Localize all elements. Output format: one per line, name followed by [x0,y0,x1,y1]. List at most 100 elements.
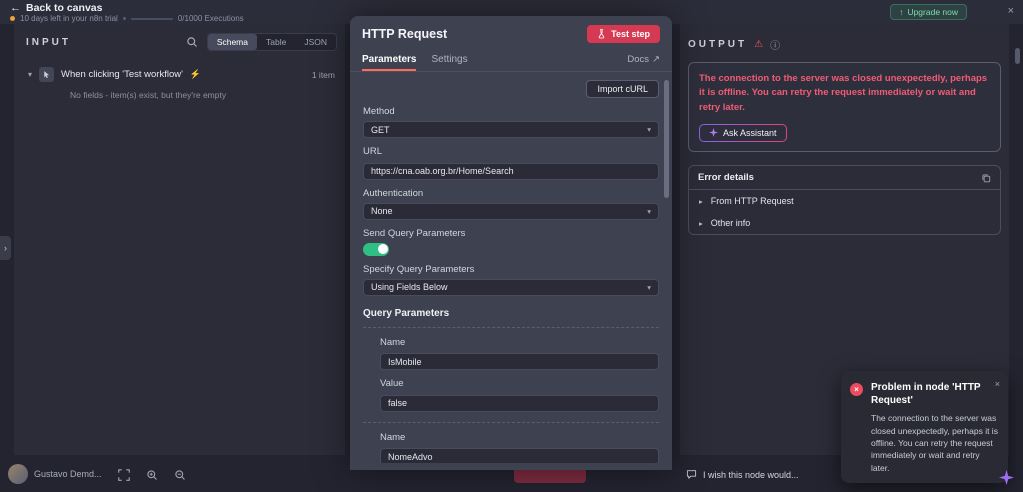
trial-info: 10 days left in your n8n trial 0/1000 Ex… [10,14,244,23]
ai-assistant-button[interactable] [999,470,1014,485]
user-name: Gustavo Demd... [34,469,102,479]
toast-title: Problem in node 'HTTP Request' [871,382,981,407]
input-panel: INPUT Schema Table JSON ▾ When clicking … [14,24,345,455]
param-name-label: Name [380,336,406,348]
detail-row-label: From HTTP Request [710,196,794,207]
user-menu[interactable]: Gustavo Demd... [8,464,102,484]
detail-row-label: Other info [710,218,751,229]
chevron-down-icon: ▾ [28,70,33,79]
upgrade-label: Upgrade now [907,7,958,17]
specify-query-label: Specify Query Parameters [363,263,475,275]
external-link-icon: ↗ [652,54,660,65]
fit-view-icon[interactable] [118,469,130,481]
ask-assistant-label: Ask Assistant [723,127,777,138]
zoom-out-icon[interactable] [174,469,186,481]
query-parameter-item: Name Value [363,423,659,463]
param-name-label: Name [380,431,406,443]
node-feedback-link[interactable]: I wish this node would... [686,469,799,480]
tab-table[interactable]: Table [257,34,295,50]
method-select[interactable]: GET ▾ [363,121,659,138]
chevron-right-icon: ▸ [699,196,703,206]
tab-settings[interactable]: Settings [431,48,467,71]
back-arrow-icon: ← [10,2,21,14]
query-parameter-item: Name Value [363,328,659,423]
parameters-form: Import cURL Method GET ▾ URL Authenticat… [350,72,672,463]
lightning-icon: ⚡ [189,69,202,79]
param-value-input[interactable] [380,394,659,412]
chevron-down-icon: ▾ [647,206,651,216]
send-query-label: Send Query Parameters [363,227,466,239]
input-panel-title: INPUT [26,36,71,48]
search-icon[interactable] [186,36,198,48]
user-avatar [8,464,28,484]
executions-text: 0/1000 Executions [177,14,244,23]
docs-link[interactable]: Docs ↗ [627,54,660,65]
param-value-label: Value [380,378,404,389]
query-parameters-heading: Query Parameters [363,307,450,319]
output-scrollbar[interactable] [1015,48,1020,64]
back-to-canvas-button[interactable]: ← Back to canvas [10,2,102,14]
authentication-value: None [371,206,393,216]
test-step-button[interactable]: Test step [587,25,660,43]
tab-json[interactable]: JSON [295,34,336,50]
executions-progress-bar [130,17,173,20]
param-name-input[interactable] [380,448,659,463]
input-trigger-row[interactable]: ▾ When clicking 'Test workflow' ⚡ 1 item [14,59,345,86]
url-label: URL [363,146,383,157]
speech-bubble-icon [686,469,697,480]
detail-other-info[interactable]: ▸ Other info [689,212,1000,234]
flask-icon [597,29,606,39]
method-label: Method [363,106,395,117]
separator-dot [122,17,126,20]
param-name-input[interactable] [380,353,659,370]
trial-text: 10 days left in your n8n trial [20,14,118,23]
item-count: 1 item [311,69,335,80]
copy-icon[interactable] [981,173,991,183]
ask-assistant-button[interactable]: Ask Assistant [699,123,787,142]
upgrade-now-button[interactable]: ↑ Upgrade now [890,4,967,20]
error-message-box: The connection to the server was closed … [688,62,1001,153]
method-value: GET [371,124,390,135]
toast-message: The connection to the server was closed … [871,413,998,473]
docs-label: Docs [627,54,650,65]
error-details-title: Error details [698,172,754,184]
modal-scrollbar[interactable] [664,80,669,198]
test-step-label: Test step [611,29,650,39]
specify-query-value: Using Fields Below [371,282,448,292]
chevron-down-icon: ▾ [647,125,651,134]
back-label: Back to canvas [26,2,103,14]
node-settings-modal: HTTP Request Test step Parameters Settin… [350,16,672,470]
node-feedback-text: I wish this node would... [703,469,799,480]
error-circle-icon: × [850,383,863,397]
canvas-controls [118,469,186,481]
chevron-right-icon: ▸ [699,218,703,228]
close-ndv-icon[interactable]: × [1008,5,1014,17]
import-curl-button[interactable]: Import cURL [586,80,659,98]
upgrade-icon: ↑ [899,7,904,17]
specify-query-select[interactable]: Using Fields Below ▾ [363,278,659,296]
node-title: HTTP Request [362,27,448,41]
manual-trigger-icon [39,67,55,82]
sparkle-icon [709,128,718,138]
warning-icon: ⚠ [754,39,764,50]
tab-parameters[interactable]: Parameters [362,48,416,71]
panel-expand-handle[interactable]: › [0,236,11,260]
info-icon[interactable]: ⓘ [770,37,780,52]
chevron-right-icon: › [4,243,7,253]
url-input[interactable] [363,162,659,180]
toast-close-icon[interactable]: × [995,379,1000,389]
input-view-switcher: Schema Table JSON [206,33,337,51]
send-query-toggle[interactable] [363,242,389,256]
trial-dot-icon [10,16,15,21]
tab-schema[interactable]: Schema [207,34,257,50]
detail-from-http-request[interactable]: ▸ From HTTP Request [689,190,1000,212]
authentication-select[interactable]: None ▾ [363,202,659,220]
chevron-down-icon: ▾ [647,282,651,292]
error-message-text: The connection to the server was closed … [699,73,988,113]
trigger-node-label: When clicking 'Test workflow' [61,69,183,80]
output-panel-title: OUTPUT [688,39,748,50]
error-toast: × Problem in node 'HTTP Request' × The c… [841,371,1008,483]
zoom-in-icon[interactable] [146,469,158,481]
error-details-box: Error details ▸ From HTTP Request ▸ Othe… [688,165,1001,236]
query-parameters-list: Name Value Name Value [363,326,659,463]
